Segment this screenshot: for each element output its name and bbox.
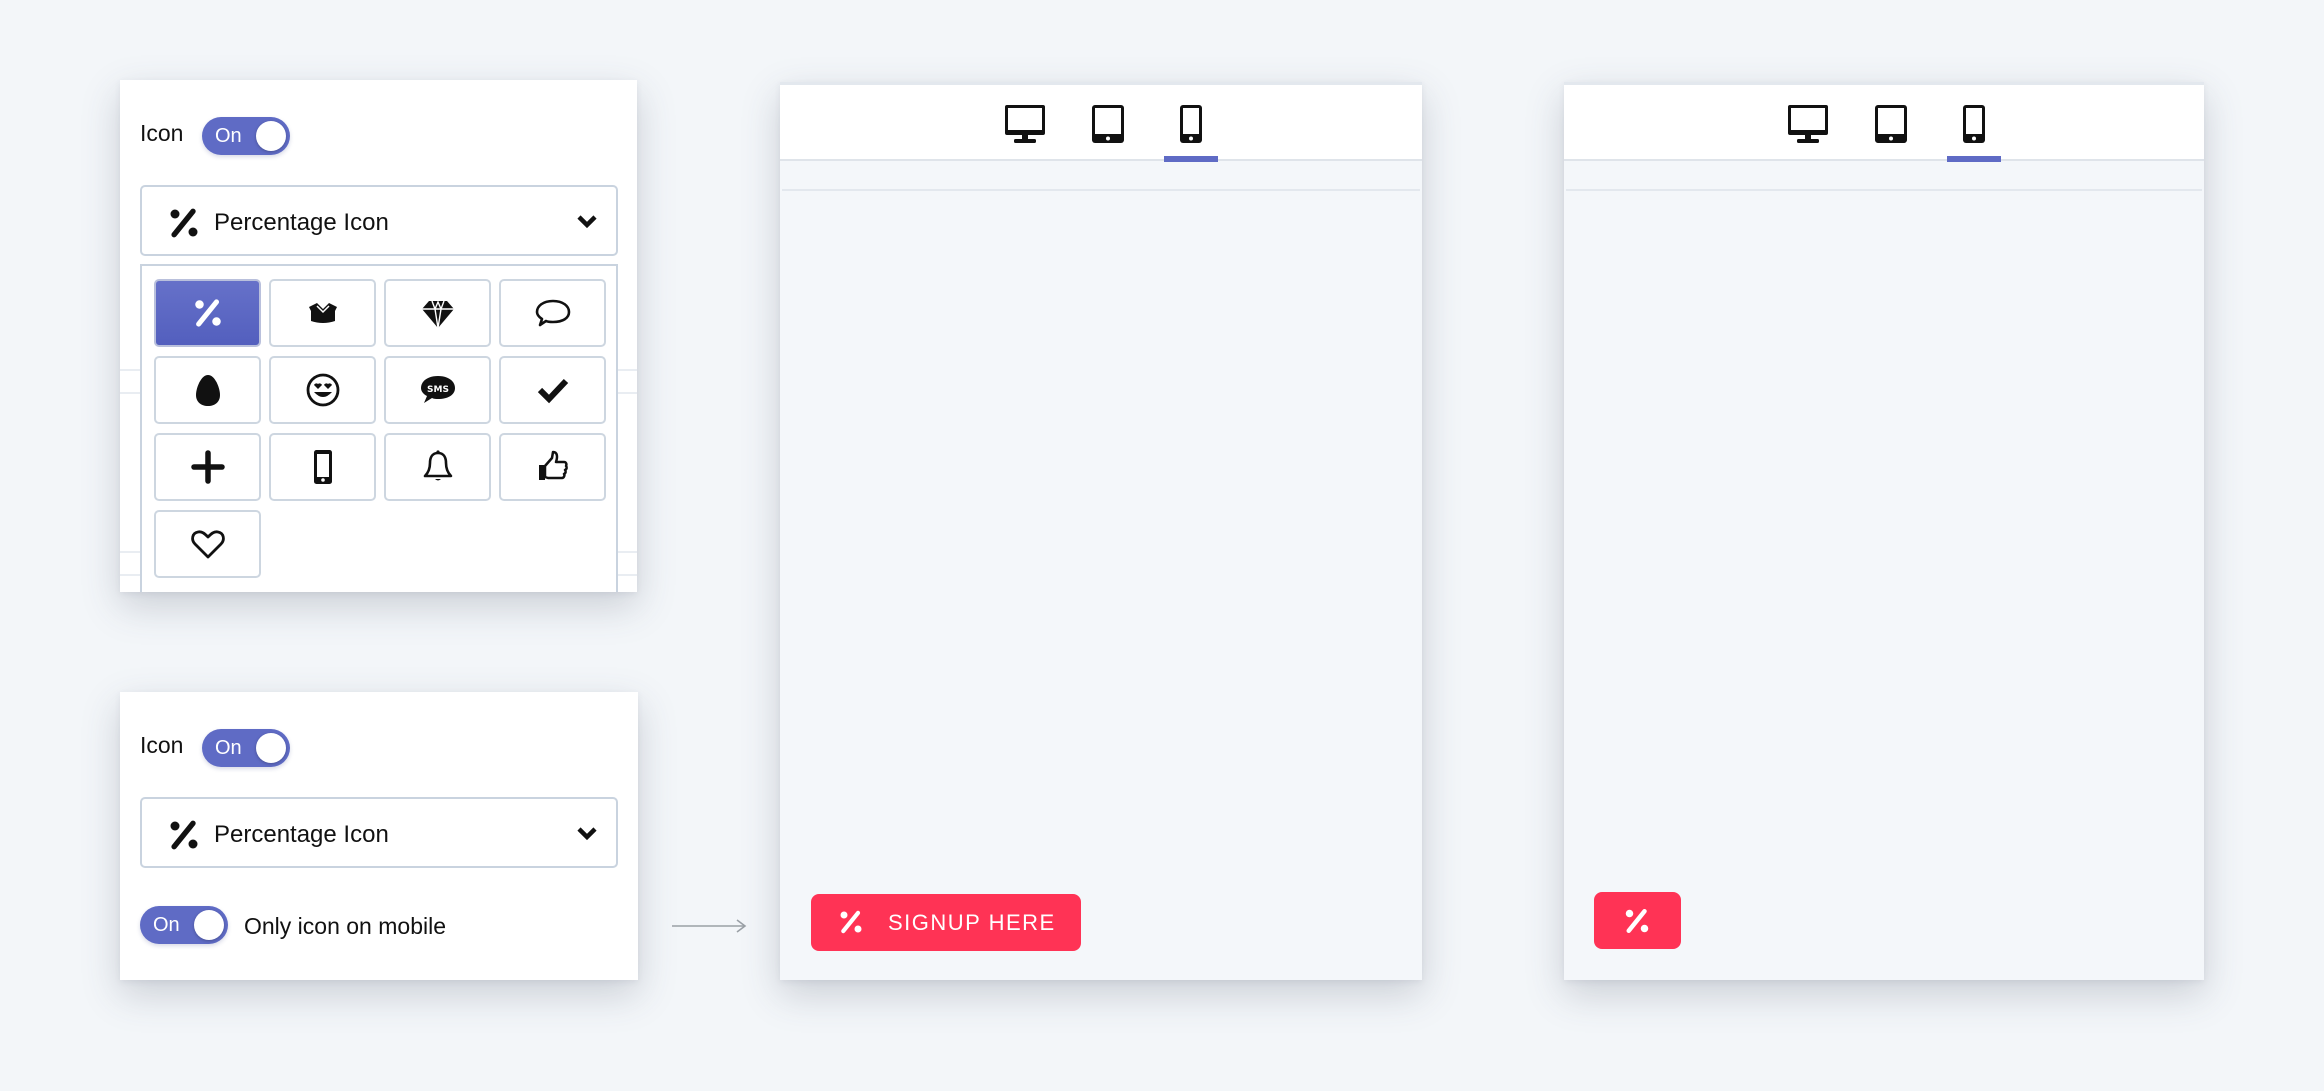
icon-picker-grid: SMS [140, 264, 618, 592]
mobile-phone-icon [313, 450, 332, 484]
icon-option-heart[interactable] [154, 510, 261, 578]
svg-text:SMS: SMS [427, 385, 449, 395]
icon-toggle[interactable]: On [202, 729, 290, 767]
mobile-icon [1180, 105, 1202, 143]
icon-option-percentage[interactable] [154, 279, 261, 347]
active-device-indicator [1947, 156, 2001, 162]
plus-icon [190, 450, 225, 484]
device-tablet-button[interactable] [1091, 104, 1125, 144]
percentage-icon [837, 908, 865, 936]
heart-eyes-smiley-icon [306, 373, 339, 407]
percentage-icon [166, 817, 202, 853]
bell-icon [423, 450, 452, 481]
signup-button-label: SIGNUP HERE [888, 910, 1056, 935]
device-desktop-button[interactable] [1004, 104, 1046, 144]
icon-select-value: Percentage Icon [214, 209, 389, 236]
icon-select-dropdown[interactable]: Percentage Icon [140, 797, 618, 868]
toggle-state-label: On [215, 125, 242, 147]
tablet-icon [1875, 105, 1907, 143]
icon-option-speech-bubble[interactable] [499, 279, 606, 347]
preview-panel-with-label: SIGNUP HERE [780, 82, 1422, 980]
checkmark-icon [537, 378, 568, 404]
icon-toggle[interactable]: On [202, 117, 290, 155]
desktop-icon [1005, 105, 1045, 143]
icon-label: Icon [140, 732, 184, 758]
device-tablet-button[interactable] [1874, 104, 1908, 144]
flow-arrow-icon [672, 919, 747, 933]
toggle-state-label: On [215, 737, 242, 759]
icon-select-value: Percentage Icon [214, 821, 389, 848]
icon-option-plus[interactable] [154, 433, 261, 501]
tablet-icon [1092, 105, 1124, 143]
toggle-knob [194, 910, 224, 940]
heart-icon [190, 530, 225, 559]
chevron-down-icon [577, 827, 597, 841]
thumbs-up-icon [538, 450, 568, 480]
toggle-knob [256, 733, 286, 763]
only-icon-on-mobile-toggle[interactable]: On [140, 906, 228, 944]
signup-button[interactable]: SIGNUP HERE [811, 894, 1081, 951]
percentage-icon [166, 205, 202, 241]
icon-option-mobile[interactable] [269, 433, 376, 501]
icon-option-checkmark[interactable] [499, 356, 606, 424]
mobile-icon [1963, 105, 1985, 143]
icon-option-thumbs-up[interactable] [499, 433, 606, 501]
icon-option-heart-eyes[interactable] [269, 356, 376, 424]
toggle-state-label: On [153, 914, 180, 936]
device-toolbar [1564, 82, 2204, 162]
icon-settings-panel-expanded: Icon On Percentage Icon SMS [120, 80, 637, 592]
divider [1566, 189, 2202, 191]
icon-select-dropdown[interactable]: Percentage Icon [140, 185, 618, 256]
toggle-knob [256, 121, 286, 151]
device-mobile-button[interactable] [1962, 104, 1986, 144]
device-mobile-button[interactable] [1179, 104, 1203, 144]
icon-option-diamond[interactable] [384, 279, 491, 347]
divider [782, 189, 1420, 191]
icon-option-open-box[interactable] [269, 279, 376, 347]
signup-icon-button[interactable] [1594, 892, 1681, 949]
icon-settings-panel-collapsed: Icon On Percentage Icon On Only icon on … [120, 692, 638, 980]
active-device-indicator [1164, 156, 1218, 162]
icon-option-bell[interactable] [384, 433, 491, 501]
device-desktop-button[interactable] [1787, 104, 1829, 144]
percentage-icon [1622, 906, 1652, 936]
open-box-icon [308, 303, 337, 323]
icon-label: Icon [140, 120, 184, 146]
only-icon-on-mobile-label: Only icon on mobile [244, 913, 446, 939]
desktop-icon [1788, 105, 1828, 143]
diamond-icon [421, 300, 454, 329]
sms-bubble-icon: SMS [420, 376, 455, 403]
percentage-icon [191, 296, 225, 330]
egg-icon [195, 375, 220, 406]
preview-panel-icon-only [1564, 82, 2204, 980]
device-toolbar [780, 82, 1422, 162]
icon-option-sms[interactable]: SMS [384, 356, 491, 424]
chevron-down-icon [577, 215, 597, 229]
speech-bubble-icon [535, 299, 570, 327]
icon-option-egg[interactable] [154, 356, 261, 424]
